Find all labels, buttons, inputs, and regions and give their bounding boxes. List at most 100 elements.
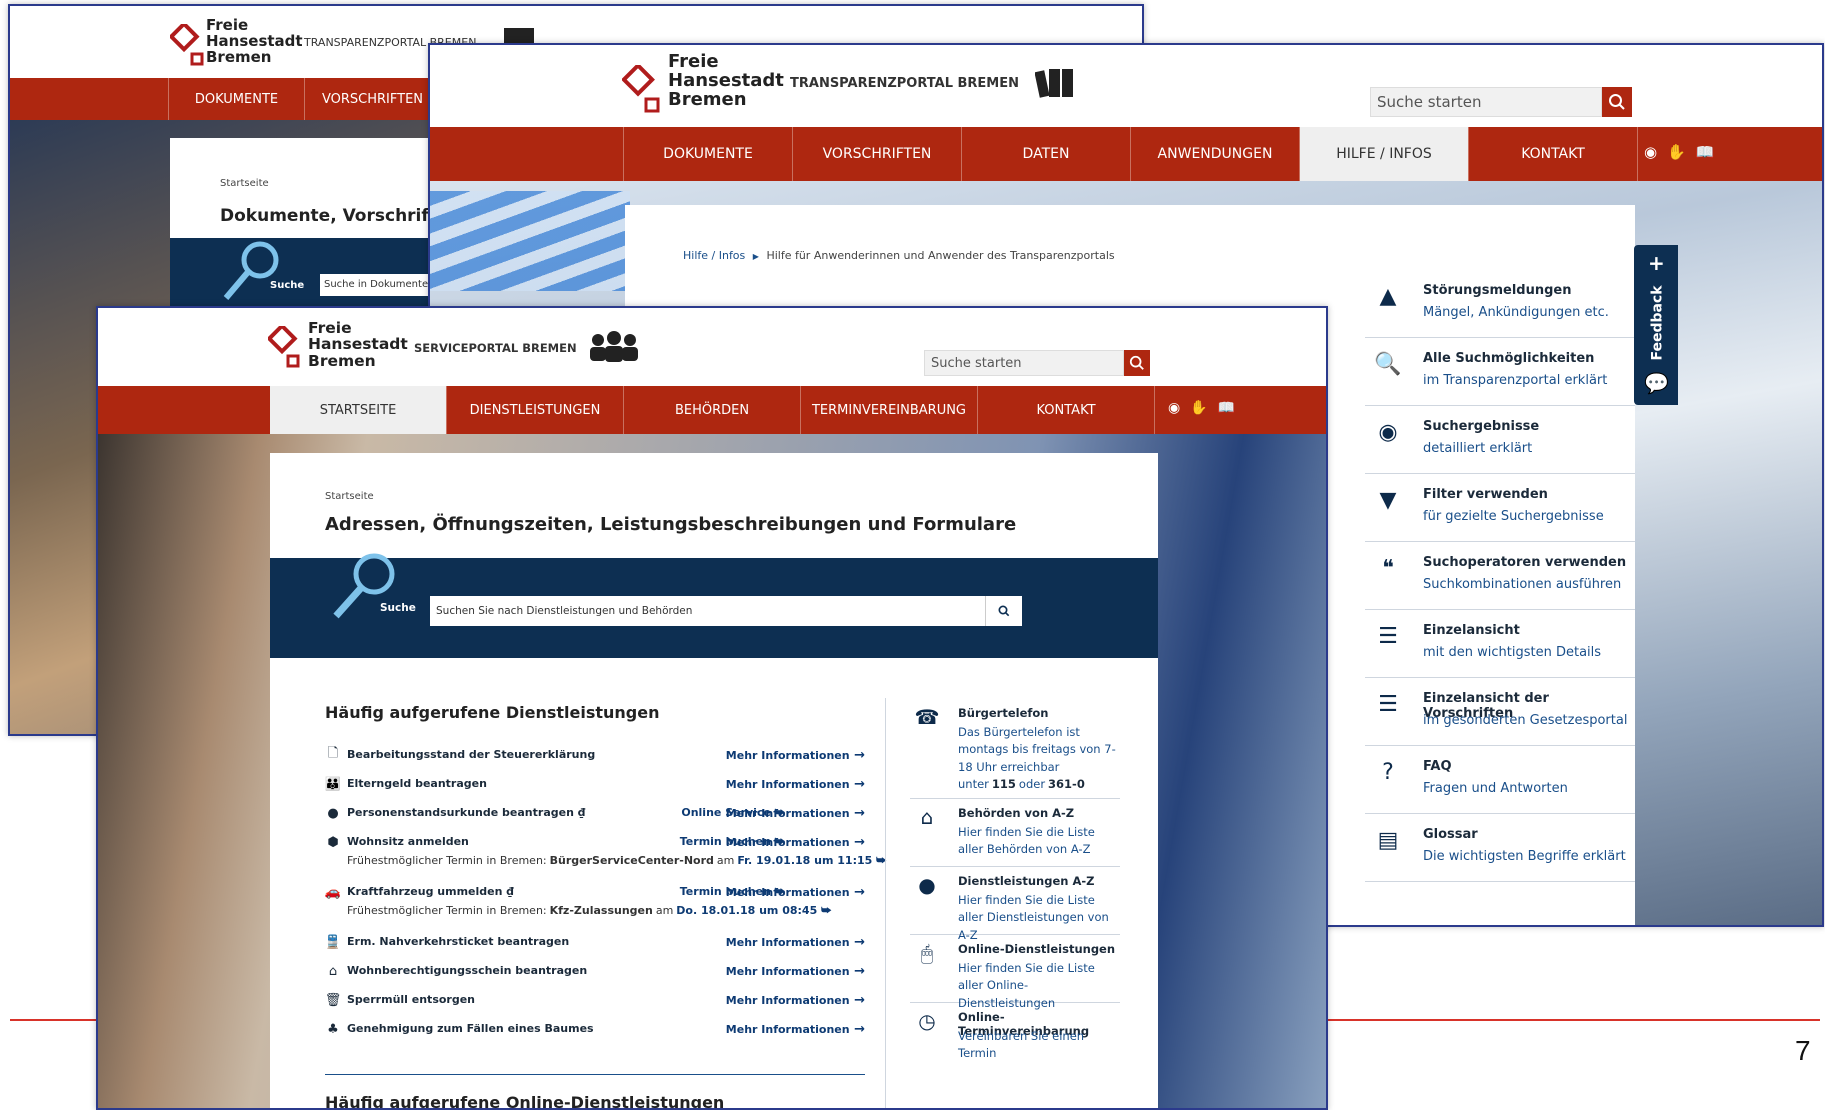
service-label[interactable]: Kraftfahrzeug ummelden ₫ [347, 885, 514, 898]
help-item-title: FAQ [1423, 759, 1452, 774]
eye-icon[interactable]: ◉ [1168, 400, 1180, 416]
side-item[interactable]: ● Dienstleistungen A-Z Hier finden Sie die… [910, 866, 1120, 942]
header-search-input[interactable]: Suche starten [924, 350, 1124, 376]
side-item-title[interactable]: Bürgertelefon [958, 706, 1048, 720]
nav-item[interactable]: KONTAKT [1469, 127, 1638, 181]
nav-item[interactable]: DATEN [962, 127, 1131, 181]
help-item[interactable]: 🔍 Alle Suchmöglichkeiten im Transparenzpor… [1365, 337, 1635, 406]
main-search-button[interactable] [985, 596, 1022, 626]
service-label[interactable]: Elterngeld beantragen [347, 777, 487, 790]
nav-item[interactable]: STARTSEITE [270, 386, 447, 434]
service-item[interactable]: 🚗 Kraftfahrzeug ummelden ₫ Mehr Informatio… [325, 880, 865, 918]
nav-item[interactable]: HILFE / INFOS [1300, 127, 1469, 181]
side-item-title[interactable]: Online-Dienstleistungen [958, 942, 1115, 956]
side-item[interactable]: ☎ Bürgertelefon Das Bürgertelefon ist mont… [910, 698, 1120, 799]
side-item[interactable]: ⌂ Behörden von A-Z Hier finden Sie die Lis… [910, 798, 1120, 867]
help-item[interactable]: ▲ Störungsmeldungen Mängel, Ankündigungen … [1365, 269, 1635, 338]
accessibility-icons[interactable]: ◉ ✋ 📖 [1644, 143, 1714, 161]
nav-item[interactable]: DOKUMENTE [623, 127, 793, 181]
accessibility-icons[interactable]: ◉ ✋ 📖 [1168, 400, 1235, 416]
service-item[interactable]: 👪 Elterngeld beantragen Mehr Informationen… [325, 772, 865, 798]
phone-number-long[interactable]: 361-0 [1048, 777, 1085, 791]
search-icon [998, 605, 1010, 617]
service-item[interactable]: 🗋 Bearbeitungsstand der Steuererklärung Me… [325, 743, 865, 769]
feedback-label: Feedback [1649, 285, 1666, 361]
more-info-link[interactable]: Mehr Informationen → [726, 748, 865, 763]
help-item-desc[interactable]: mit den wichtigsten Details [1423, 645, 1601, 660]
help-item-desc[interactable]: im gesonderten Gesetzesportal [1423, 713, 1627, 728]
side-item[interactable]: 🖱 Online-Dienstleistungen Hier finden Sie … [910, 934, 1120, 1010]
help-item-title: Suchergebnisse [1423, 419, 1540, 434]
help-item-desc[interactable]: für gezielte Suchergebnisse [1423, 509, 1604, 524]
nav-vorschriften[interactable]: VORSCHRIFTEN [305, 78, 441, 120]
service-action-link[interactable]: Online Service ⮩ [681, 806, 785, 820]
more-info-link[interactable]: Mehr Informationen → [726, 993, 865, 1008]
appointment-date-link[interactable]: Fr. 19.01.18 um 11:15 ⮩ [737, 854, 886, 867]
service-label[interactable]: Erm. Nahverkehrsticket beantragen [347, 935, 569, 948]
help-item[interactable]: ▼ Filter verwenden für gezielte Suchergebn… [1365, 473, 1635, 542]
nav-item[interactable]: TERMINVEREINBARUNG [801, 386, 978, 434]
help-item[interactable]: ❝ Suchoperatoren verwenden Suchkombination… [1365, 541, 1635, 610]
nav-item[interactable]: KONTAKT [978, 386, 1155, 434]
help-item-desc[interactable]: Fragen und Antworten [1423, 781, 1568, 796]
service-item[interactable]: 🗑 Sperrmüll entsorgen Mehr Informationen → [325, 988, 865, 1014]
help-item[interactable]: ☰ Einzelansicht mit den wichtigsten Detail… [1365, 609, 1635, 678]
nav-dokumente[interactable]: DOKUMENTE [168, 78, 305, 120]
header-search-button[interactable] [1124, 350, 1150, 376]
help-item[interactable]: ☰ Einzelansicht der Vorschriften im gesond… [1365, 677, 1635, 746]
side-item[interactable]: ◷ Online-Terminvereinbarung Vereinbaren Si… [910, 1002, 1120, 1062]
nav-item[interactable]: BEHÖRDEN [624, 386, 801, 434]
help-item[interactable]: ▤ Glossar Die wichtigsten Begriffe erklärt [1365, 813, 1635, 882]
help-item[interactable]: ◉ Suchergebnisse detailliert erklärt [1365, 405, 1635, 474]
more-info-link[interactable]: Mehr Informationen → [726, 935, 865, 950]
easy-language-icon[interactable]: 📖 [1218, 400, 1235, 416]
side-item-title[interactable]: Behörden von A-Z [958, 806, 1074, 820]
help-item-desc[interactable]: im Transparenzportal erklärt [1423, 373, 1607, 388]
service-label[interactable]: Wohnberechtigungsschein beantragen [347, 964, 587, 977]
easy-language-icon[interactable]: 📖 [1696, 143, 1715, 161]
help-item-desc[interactable]: Die wichtigsten Begriffe erklärt [1423, 849, 1626, 864]
service-label[interactable]: Personenstandsurkunde beantragen ₫ [347, 806, 585, 819]
eye-icon[interactable]: ◉ [1644, 143, 1657, 161]
nav-item[interactable]: DIENSTLEISTUNGEN [447, 386, 624, 434]
search-band: Suche Suchen Sie nach Dienstleistungen u… [270, 553, 1158, 658]
header-search-button[interactable] [1602, 87, 1632, 117]
main-nav: DOKUMENTE VORSCHRIFTEN DATEN ANWENDUNGEN HIL… [430, 127, 1822, 181]
nav-item[interactable]: VORSCHRIFTEN [793, 127, 962, 181]
help-item[interactable]: ? FAQ Fragen und Antworten [1365, 745, 1635, 814]
service-label[interactable]: Bearbeitungsstand der Steuererklärung [347, 748, 595, 761]
appointment-date-link[interactable]: Do. 18.01.18 um 08:45 ⮩ [676, 904, 831, 917]
list-icon: ☰ [1378, 623, 1398, 649]
service-label[interactable]: Genehmigung zum Fällen eines Baumes [347, 1022, 594, 1035]
breadcrumb-root[interactable]: Hilfe / Infos [683, 249, 745, 262]
service-action-link[interactable]: Termin buchen ⮩ [680, 835, 785, 849]
breadcrumb-separator: ▶ [752, 252, 759, 261]
service-item[interactable]: ⬢ Wohnsitz anmelden Mehr Informationen → Te… [325, 830, 886, 868]
service-action-link[interactable]: Termin buchen ⮩ [680, 885, 785, 899]
more-info-link[interactable]: Mehr Informationen → [726, 1022, 865, 1037]
service-item[interactable]: ⌂ Wohnberechtigungsschein beantragen Mehr … [325, 959, 865, 985]
feedback-tab[interactable]: + Feedback 💬 [1634, 245, 1678, 405]
help-item-title: Störungsmeldungen [1423, 283, 1572, 298]
nav-item[interactable]: ANWENDUNGEN [1131, 127, 1300, 181]
plus-icon: + [1648, 251, 1665, 275]
more-info-link[interactable]: Mehr Informationen → [726, 777, 865, 792]
help-item-desc[interactable]: Mängel, Ankündigungen etc. [1423, 305, 1609, 320]
phone-number-short[interactable]: 115 [992, 777, 1016, 791]
page-heading: Adressen, Öffnungszeiten, Leistungsbesch… [325, 514, 1017, 535]
main-search-input[interactable]: Suchen Sie nach Dienstleistungen und Beh… [430, 596, 985, 626]
service-label[interactable]: Wohnsitz anmelden [347, 835, 469, 848]
help-item-desc[interactable]: Suchkombinationen ausführen [1423, 577, 1621, 592]
section-title: Häufig aufgerufene Dienstleistungen [325, 703, 660, 722]
service-item[interactable]: ● Personenstandsurkunde beantragen ₫ Mehr … [325, 801, 865, 827]
sign-language-icon[interactable]: ✋ [1190, 400, 1207, 416]
help-item-desc[interactable]: detailliert erklärt [1423, 441, 1532, 456]
service-item[interactable]: 🚆 Erm. Nahverkehrsticket beantragen Mehr I… [325, 930, 865, 956]
service-item[interactable]: ♣ Genehmigung zum Fällen eines Baumes Mehr… [325, 1017, 865, 1043]
side-item-title[interactable]: Dienstleistungen A-Z [958, 874, 1094, 888]
sign-language-icon[interactable]: ✋ [1667, 143, 1686, 161]
breadcrumb: Startseite [325, 491, 374, 502]
header-search-input[interactable]: Suche starten [1370, 87, 1602, 117]
more-info-link[interactable]: Mehr Informationen → [726, 964, 865, 979]
service-label[interactable]: Sperrmüll entsorgen [347, 993, 475, 1006]
